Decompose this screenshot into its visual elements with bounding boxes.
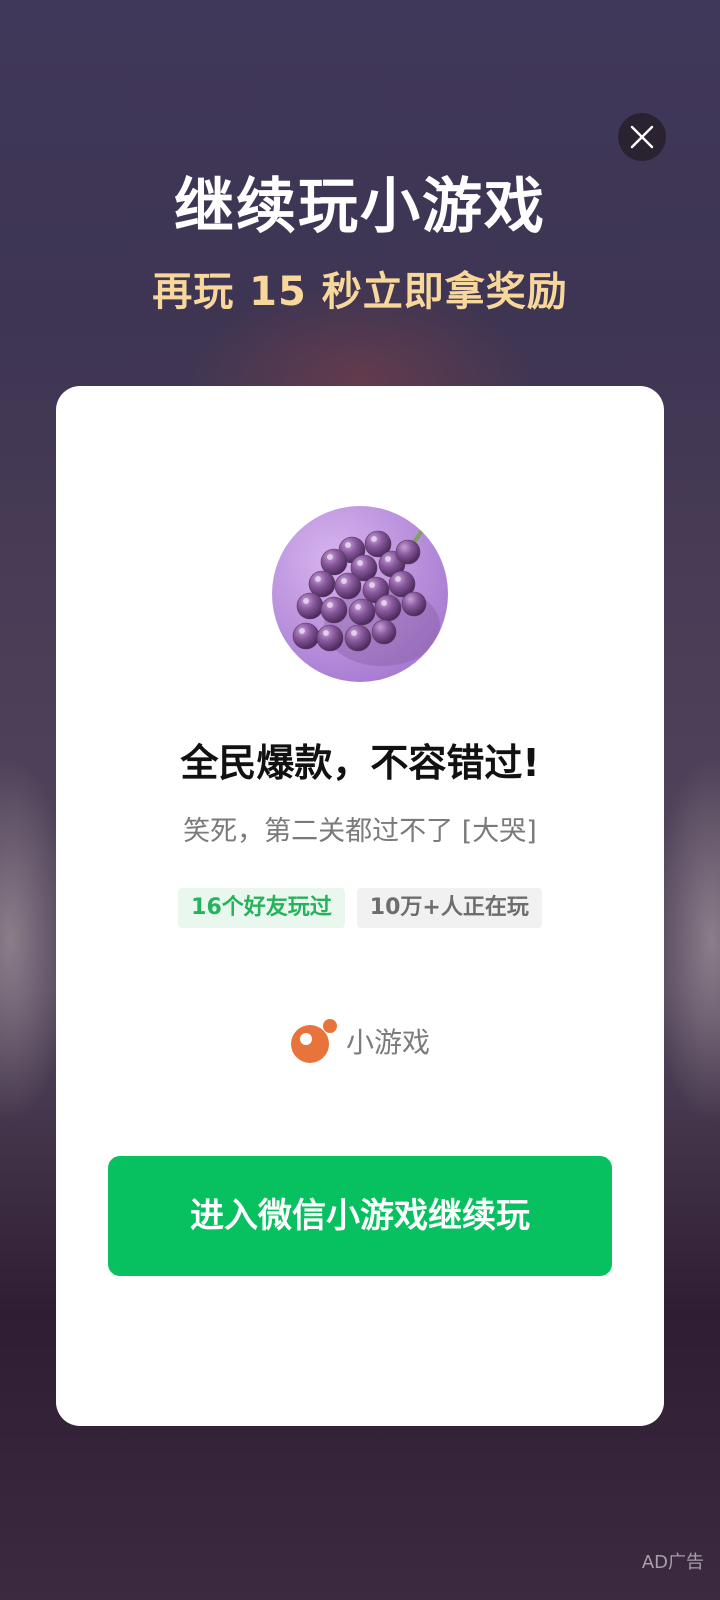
reward-subtitle: 再玩 15 秒立即拿奖励 bbox=[152, 269, 568, 315]
mini-game-logo-icon bbox=[290, 1018, 338, 1068]
ad-label: AD广告 bbox=[641, 1552, 704, 1573]
players-count-tag: 10万+人正在玩 bbox=[356, 888, 542, 928]
game-description: 笑死，第二关都过不了 [大哭] bbox=[183, 816, 537, 847]
grapes-image bbox=[272, 506, 448, 682]
mini-game-brand-label: 小游戏 bbox=[345, 1026, 430, 1059]
game-avatar bbox=[272, 506, 448, 682]
enter-mini-game-button[interactable]: 进入微信小游戏继续玩 bbox=[108, 1156, 612, 1276]
game-name: 全民爆款，不容错过! bbox=[180, 741, 540, 785]
close-icon bbox=[629, 124, 655, 150]
close-button[interactable] bbox=[618, 113, 666, 161]
page-title: 继续玩小游戏 bbox=[174, 172, 546, 242]
friends-played-tag: 16个好友玩过 bbox=[178, 888, 345, 928]
mini-game-brand: 小游戏 bbox=[56, 1018, 664, 1068]
game-tags: 16个好友玩过 10万+人正在玩 bbox=[56, 888, 664, 928]
game-card: 全民爆款，不容错过! 笑死，第二关都过不了 [大哭] 16个好友玩过 10万+人… bbox=[56, 386, 664, 1426]
